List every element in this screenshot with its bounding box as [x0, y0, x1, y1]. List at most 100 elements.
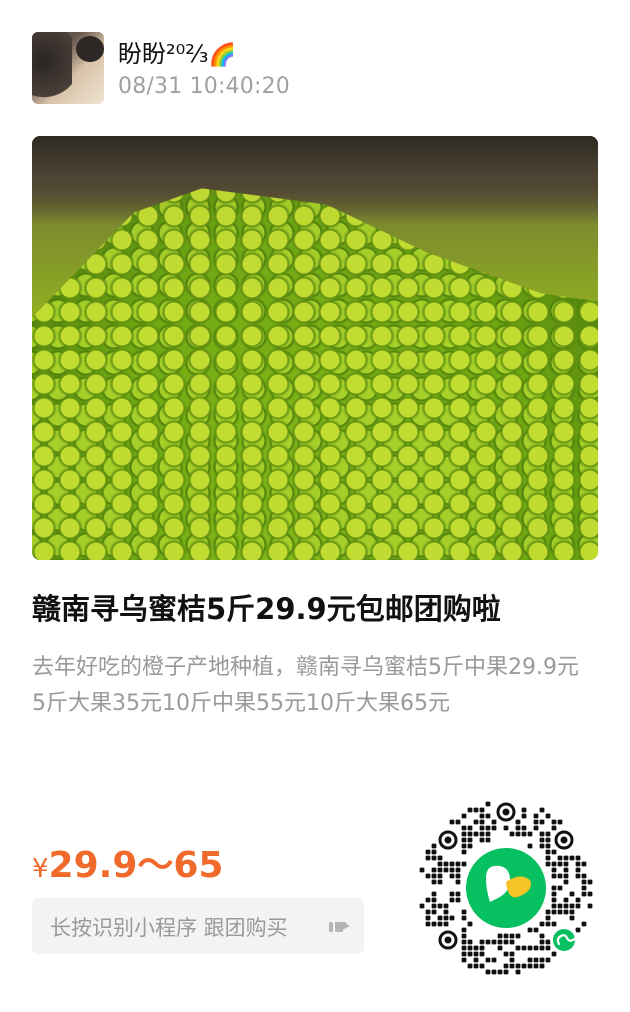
qr-module: [449, 897, 455, 903]
qr-module: [485, 813, 491, 819]
qr-module: [581, 861, 587, 867]
user-name-text: 盼盼²⁰²⁄₃: [118, 40, 209, 68]
qr-module: [527, 831, 533, 837]
qr-module: [461, 951, 467, 957]
qr-module: [443, 867, 449, 873]
qr-module: [443, 903, 449, 909]
qr-module: [575, 867, 581, 873]
qr-module: [461, 939, 467, 945]
qr-module: [551, 849, 557, 855]
qr-finder-left: [438, 830, 458, 850]
qr-module: [545, 813, 551, 819]
qr-module: [563, 879, 569, 885]
qr-module: [515, 819, 521, 825]
qr-module: [545, 855, 551, 861]
qr-module: [539, 963, 545, 969]
qr-module: [563, 909, 569, 915]
qr-module: [557, 909, 563, 915]
qr-module: [425, 915, 431, 921]
qr-module: [455, 873, 461, 879]
qr-module: [539, 807, 545, 813]
qr-module: [551, 951, 557, 957]
qr-module: [551, 867, 557, 873]
qr-module: [431, 891, 437, 897]
qr-module: [545, 915, 551, 921]
qr-module: [545, 909, 551, 915]
qr-module: [545, 945, 551, 951]
qr-module: [437, 921, 443, 927]
qr-module: [437, 879, 443, 885]
qr-module: [545, 837, 551, 843]
qr-module: [527, 927, 533, 933]
qr-module: [455, 867, 461, 873]
qr-module: [521, 945, 527, 951]
qr-module: [551, 885, 557, 891]
qr-module: [479, 837, 485, 843]
qr-finder-bottom-left: [438, 930, 458, 950]
qr-module: [425, 855, 431, 861]
qr-module: [485, 957, 491, 963]
qr-module: [479, 963, 485, 969]
qr-module: [431, 843, 437, 849]
qr-module: [533, 945, 539, 951]
qr-module: [431, 855, 437, 861]
qr-module: [479, 813, 485, 819]
user-avatar[interactable]: [32, 32, 104, 104]
qr-module: [515, 825, 521, 831]
qr-module: [461, 957, 467, 963]
qr-module: [425, 873, 431, 879]
qr-module: [461, 849, 467, 855]
qr-module: [473, 807, 479, 813]
qr-module: [467, 825, 473, 831]
qr-module: [503, 963, 509, 969]
qr-module: [485, 939, 491, 945]
qr-module: [431, 849, 437, 855]
qr-module: [521, 813, 527, 819]
qr-module: [587, 903, 593, 909]
qr-module: [551, 891, 557, 897]
qr-module: [563, 897, 569, 903]
price-range: ¥29.9～65: [32, 836, 223, 888]
qr-module: [467, 807, 473, 813]
qr-module: [539, 921, 545, 927]
qr-module: [551, 921, 557, 927]
currency-symbol: ¥: [32, 854, 49, 884]
qr-module: [479, 807, 485, 813]
qr-module: [485, 969, 491, 975]
qr-module: [467, 831, 473, 837]
group-buy-hint[interactable]: 长按识别小程序 跟团购买: [32, 898, 364, 954]
qr-module: [563, 903, 569, 909]
qr-module: [491, 939, 497, 945]
qr-module: [533, 825, 539, 831]
qr-module: [455, 819, 461, 825]
qr-module: [419, 903, 425, 909]
qr-module: [545, 861, 551, 867]
qr-module: [461, 915, 467, 921]
qr-module: [443, 921, 449, 927]
qr-module: [491, 825, 497, 831]
qr-module: [491, 819, 497, 825]
qr-module: [467, 963, 473, 969]
qr-module: [497, 933, 503, 939]
qr-module: [467, 939, 473, 945]
qr-module: [443, 915, 449, 921]
qr-module: [551, 903, 557, 909]
qr-module: [431, 873, 437, 879]
product-photo[interactable]: [32, 136, 598, 560]
qr-module: [497, 939, 503, 945]
qr-module: [491, 969, 497, 975]
qr-code-icon[interactable]: [416, 798, 596, 978]
qr-module: [587, 879, 593, 885]
qr-module: [509, 831, 515, 837]
qr-module: [551, 897, 557, 903]
qr-module: [569, 855, 575, 861]
qr-module: [527, 963, 533, 969]
qr-module: [425, 909, 431, 915]
qr-module: [443, 909, 449, 915]
qr-module: [527, 843, 533, 849]
qr-module: [449, 867, 455, 873]
qr-module: [527, 957, 533, 963]
qr-module: [539, 939, 545, 945]
qr-module: [509, 957, 515, 963]
qr-module: [485, 837, 491, 843]
